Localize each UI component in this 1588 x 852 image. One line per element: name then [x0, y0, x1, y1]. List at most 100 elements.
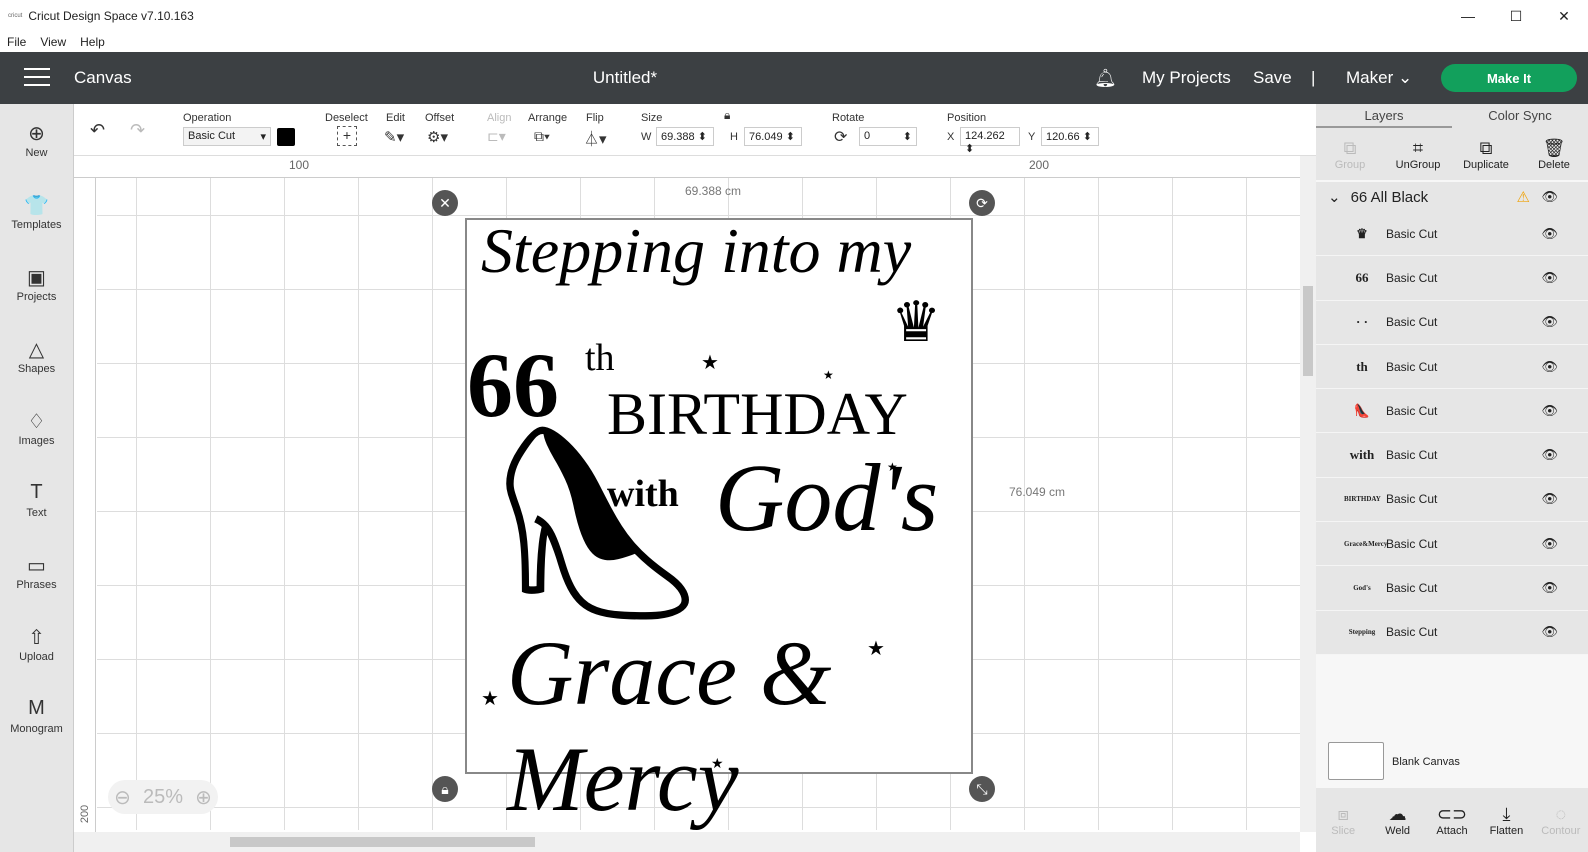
sidebar-label: New: [25, 147, 47, 159]
slice-button[interactable]: ⧈Slice: [1316, 788, 1370, 852]
flip-icon[interactable]: ⏃▾: [584, 128, 607, 149]
tab-color-sync[interactable]: Color Sync: [1452, 104, 1588, 128]
menu-help[interactable]: Help: [80, 35, 105, 49]
machine-select[interactable]: Maker ⌄: [1346, 68, 1412, 88]
layer-row[interactable]: Grace&Mercy Basic Cut 👁︎: [1316, 522, 1588, 566]
chevron-down-icon[interactable]: ⌄: [1328, 188, 1341, 206]
eye-icon[interactable]: 👁︎: [1541, 536, 1558, 552]
tab-layers[interactable]: Layers: [1316, 104, 1452, 128]
action-label: Contour: [1541, 825, 1580, 837]
rotate-handle-icon[interactable]: ⟳: [969, 190, 995, 216]
sidebar-item-projects[interactable]: ▣Projects: [0, 248, 73, 320]
weld-button[interactable]: ☁Weld: [1370, 788, 1424, 852]
layer-row[interactable]: th Basic Cut 👁︎: [1316, 345, 1588, 389]
layer-row[interactable]: Stepping Basic Cut 👁︎: [1316, 611, 1588, 655]
horizontal-scrollbar[interactable]: [74, 832, 1300, 852]
rotate-label: Rotate: [832, 112, 864, 124]
layer-label: Basic Cut: [1386, 360, 1437, 374]
sidebar-item-shapes[interactable]: △Shapes: [0, 320, 73, 392]
y-input[interactable]: 120.66 ⬍: [1041, 127, 1099, 146]
position-label: Position: [947, 112, 986, 124]
eye-icon[interactable]: 👁︎: [1541, 314, 1558, 330]
layer-row[interactable]: God's Basic Cut 👁︎: [1316, 566, 1588, 610]
layer-group[interactable]: ⌄ 66 All Black ⚠ 👁︎: [1316, 182, 1588, 212]
group-button[interactable]: ⧉Group: [1316, 128, 1384, 180]
sidebar-item-phrases[interactable]: ▭Phrases: [0, 536, 73, 608]
star-icon: ★: [711, 756, 724, 773]
sidebar-item-new[interactable]: ⊕New: [0, 104, 73, 176]
my-projects-button[interactable]: My Projects: [1142, 68, 1231, 88]
delete-button[interactable]: 🗑︎Delete: [1520, 128, 1588, 180]
layer-row[interactable]: ♛ Basic Cut 👁︎: [1316, 212, 1588, 256]
save-button[interactable]: Save: [1253, 68, 1292, 88]
make-it-button[interactable]: Make It: [1441, 64, 1577, 92]
offset-icon[interactable]: ⚙▾: [427, 128, 448, 146]
undo-icon[interactable]: ↶: [90, 120, 105, 141]
upload-icon: ⇧: [28, 625, 45, 651]
maximize-button[interactable]: ☐: [1492, 0, 1540, 32]
sidebar-item-monogram[interactable]: MMonogram: [0, 680, 73, 752]
layer-thumbnail: 👠: [1344, 403, 1380, 419]
layer-row[interactable]: with Basic Cut 👁︎: [1316, 433, 1588, 477]
sidebar-item-upload[interactable]: ⇧Upload: [0, 608, 73, 680]
eye-icon[interactable]: 👁︎: [1541, 580, 1558, 596]
sidebar-item-images[interactable]: ♢Images: [0, 392, 73, 464]
notification-bell-icon[interactable]: 🔔︎: [1094, 68, 1117, 89]
sidebar-item-text[interactable]: TText: [0, 464, 73, 536]
eye-icon[interactable]: 👁︎: [1541, 403, 1558, 419]
layer-row[interactable]: · · Basic Cut 👁︎: [1316, 301, 1588, 345]
ungroup-button[interactable]: ⌗UnGroup: [1384, 128, 1452, 180]
warning-icon[interactable]: ⚠: [1517, 188, 1530, 206]
blank-canvas-label: Blank Canvas: [1392, 756, 1460, 768]
material-color-swatch[interactable]: [277, 128, 295, 146]
close-button[interactable]: ✕: [1540, 0, 1588, 32]
eye-icon[interactable]: 👁︎: [1541, 270, 1558, 286]
height-input[interactable]: 76.049 ⬍: [744, 127, 802, 146]
sidebar-label: Templates: [11, 219, 61, 231]
layer-label: Basic Cut: [1386, 581, 1437, 595]
eye-icon[interactable]: 👁︎: [1541, 447, 1558, 463]
scroll-thumb[interactable]: [1303, 286, 1313, 376]
layer-row[interactable]: BIRTHDAY Basic Cut 👁︎: [1316, 478, 1588, 522]
design-text-gods: God's: [715, 442, 938, 553]
layer-thumbnail: · ·: [1344, 314, 1380, 330]
resize-handle-icon[interactable]: ⤡: [969, 776, 995, 802]
x-input[interactable]: 124.262 ⬍: [960, 127, 1020, 146]
attach-button[interactable]: ⊂⊃Attach: [1425, 788, 1479, 852]
zoom-in-icon[interactable]: ⊕: [195, 785, 212, 810]
eye-icon[interactable]: 👁︎: [1541, 189, 1558, 205]
scroll-thumb[interactable]: [230, 837, 535, 847]
rotate-input[interactable]: 0⬍: [859, 127, 917, 146]
arrange-icon[interactable]: ⧉▾: [534, 128, 550, 145]
width-input[interactable]: 69.388 ⬍: [656, 127, 714, 146]
projects-icon: ▣: [27, 265, 46, 291]
phrases-icon: ▭: [27, 553, 46, 579]
duplicate-button[interactable]: ⧉Duplicate: [1452, 128, 1520, 180]
contour-button[interactable]: ◌Contour: [1534, 788, 1588, 852]
eye-icon[interactable]: 👁︎: [1541, 624, 1558, 640]
zoom-out-icon[interactable]: ⊖: [114, 785, 131, 810]
eye-icon[interactable]: 👁︎: [1541, 359, 1558, 375]
sidebar-item-templates[interactable]: 👕Templates: [0, 176, 73, 248]
minimize-button[interactable]: —: [1444, 0, 1492, 32]
menu-view[interactable]: View: [40, 35, 66, 49]
flatten-button[interactable]: ⤓Flatten: [1479, 788, 1533, 852]
edit-pencil-icon[interactable]: ✎▾: [384, 128, 404, 146]
operation-select[interactable]: Basic Cut▾: [183, 127, 271, 146]
design-canvas[interactable]: 69.388 cm 76.049 cm Stepping into my ♛ 6…: [97, 178, 1300, 830]
align-icon[interactable]: ⊏▾: [487, 128, 506, 145]
blank-canvas-swatch[interactable]: [1328, 742, 1384, 780]
delete-handle-icon[interactable]: ✕: [432, 190, 458, 216]
vertical-scrollbar[interactable]: [1300, 156, 1316, 832]
lock-icon[interactable]: 🔒︎: [724, 108, 730, 123]
group-name: 66 All Black: [1351, 189, 1429, 206]
eye-icon[interactable]: 👁︎: [1541, 491, 1558, 507]
eye-icon[interactable]: 👁︎: [1541, 226, 1558, 242]
redo-icon[interactable]: ↷: [130, 120, 145, 141]
lock-handle-icon[interactable]: 🔒︎: [432, 776, 458, 802]
selected-design[interactable]: Stepping into my ♛ 66 th BIRTHDAY 👠︎ wit…: [465, 218, 973, 774]
layer-row[interactable]: 👠 Basic Cut 👁︎: [1316, 389, 1588, 433]
menu-file[interactable]: File: [7, 35, 26, 49]
layer-row[interactable]: 66 Basic Cut 👁︎: [1316, 256, 1588, 300]
deselect-icon[interactable]: +: [337, 126, 357, 146]
